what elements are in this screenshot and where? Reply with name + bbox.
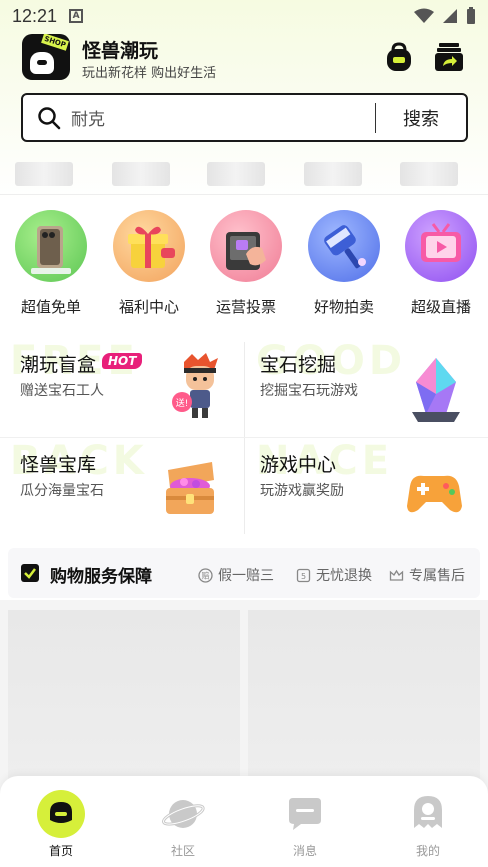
- skeleton-item: [304, 162, 362, 186]
- gem-crystal-icon: [412, 358, 460, 422]
- gamepad-icon: [407, 475, 462, 513]
- feature-title: 游戏中心: [260, 454, 337, 476]
- skeleton-item: [400, 162, 458, 186]
- skeleton-item: [112, 162, 170, 186]
- category-label: 超级直播: [410, 298, 471, 316]
- live-tv-icon: [405, 210, 477, 282]
- category-vote[interactable]: 运营投票: [204, 208, 288, 320]
- tab-profile[interactable]: 我的: [388, 786, 468, 858]
- guarantee-title: 购物服务保障: [50, 567, 152, 587]
- vote-icon: [210, 210, 282, 282]
- svg-text:5: 5: [301, 572, 306, 581]
- svg-text:赔: 赔: [202, 570, 210, 580]
- app-slogan: 玩出新花样 购出好生活: [82, 66, 217, 81]
- shield-check-icon: [21, 564, 39, 582]
- feature-game-center[interactable]: NACE 游戏中心 玩游戏赢奖励: [246, 438, 486, 536]
- message-bubble-icon: [289, 798, 321, 830]
- divider: [0, 194, 488, 195]
- feature-gem-mining[interactable]: GOOD 宝石挖掘 挖掘宝石玩游戏: [246, 338, 486, 436]
- feature-divider: [244, 342, 245, 534]
- home-monster-icon: [37, 790, 85, 838]
- tab-label: 消息: [292, 844, 317, 858]
- guarantee-item: 5 无忧退换: [296, 565, 372, 585]
- tab-messages[interactable]: 消息: [265, 786, 345, 858]
- feature-desc: 挖掘宝石玩游戏: [260, 383, 358, 399]
- service-guarantee-bar[interactable]: 购物服务保障 赔 假一赔三 5 无忧退换 专属售后: [8, 548, 480, 598]
- feature-desc: 瓜分海量宝石: [20, 483, 104, 499]
- logo-tag: SHOP: [41, 34, 69, 51]
- tab-label: 社区: [170, 844, 195, 858]
- guarantee-item-label: 无忧退换: [316, 568, 372, 584]
- guarantee-item-label: 专属售后: [409, 568, 465, 584]
- feature-desc: 赠送宝石工人: [20, 383, 104, 399]
- phone-icon: [15, 210, 87, 282]
- category-label: 超值免单: [20, 298, 81, 316]
- app-logo: SHOP: [22, 34, 70, 80]
- category-live[interactable]: 超级直播: [399, 208, 483, 320]
- compensation-icon: 赔: [198, 567, 213, 583]
- profile-monster-icon: [414, 796, 442, 828]
- category-label: 运营投票: [215, 298, 276, 316]
- feature-title: 潮玩盲盒: [20, 354, 97, 376]
- category-row: 超值免单 福利中心 运营投票 好物拍卖 超级直播: [0, 208, 488, 320]
- category-label: 福利中心: [118, 298, 179, 316]
- category-auction[interactable]: 好物拍卖: [302, 208, 386, 320]
- crown-icon: [389, 569, 404, 581]
- auction-hammer-icon: [308, 210, 380, 282]
- search-icon: [38, 106, 61, 129]
- notification-a-icon: A: [69, 9, 84, 23]
- app-title: 怪兽潮玩: [82, 40, 159, 62]
- share-stack-icon[interactable]: [434, 42, 464, 72]
- skeleton-item: [207, 162, 265, 186]
- return-icon: 5: [296, 568, 311, 582]
- search-button[interactable]: 搜索: [376, 105, 466, 131]
- treasure-chest-icon: [166, 462, 214, 514]
- tab-label: 我的: [415, 844, 440, 858]
- feature-title: 宝石挖掘: [260, 354, 337, 376]
- mascot-icon: [30, 52, 54, 74]
- miner-character-icon: 送!: [172, 353, 218, 418]
- hot-badge: HOT: [102, 353, 143, 369]
- battery-icon: [467, 7, 475, 24]
- feature-blind-box[interactable]: FREE 潮玩盲盒 HOT 赠送宝石工人 送!: [0, 338, 240, 436]
- category-label: 好物拍卖: [313, 298, 374, 316]
- feature-divider: [0, 437, 488, 438]
- planet-icon: [162, 800, 205, 828]
- status-time: 12:21: [12, 5, 58, 26]
- wifi-icon: [414, 8, 434, 23]
- gift-box-icon: [113, 210, 185, 282]
- guarantee-item-label: 假一赔三: [218, 568, 274, 584]
- category-welfare-center[interactable]: 福利中心: [107, 208, 191, 320]
- tab-label: 首页: [48, 844, 73, 858]
- feature-art-label: 送!: [176, 397, 189, 409]
- bottom-tab-bar: 首页 社区 消息 我的: [0, 776, 488, 867]
- feature-title: 怪兽宝库: [20, 454, 97, 476]
- status-bar: 12:21 A: [0, 0, 488, 32]
- search-bar[interactable]: 耐克 搜索: [21, 93, 468, 142]
- app-header: SHOP 怪兽潮玩 玩出新花样 购出好生活: [22, 34, 472, 82]
- tab-community[interactable]: 社区: [143, 786, 223, 858]
- product-feed: [0, 600, 488, 810]
- guarantee-item: 赔 假一赔三: [198, 565, 274, 585]
- feature-monster-vault[interactable]: BACK 怪兽宝库 瓜分海量宝石: [0, 438, 240, 536]
- feature-grid: FREE 潮玩盲盒 HOT 赠送宝石工人 送! GOOD 宝石挖掘 挖掘宝石玩游…: [0, 338, 488, 538]
- skeleton-item: [15, 162, 73, 186]
- tab-home[interactable]: 首页: [21, 786, 101, 858]
- category-free-order[interactable]: 超值免单: [9, 208, 93, 320]
- backpack-icon[interactable]: [384, 42, 414, 72]
- search-input[interactable]: 耐克: [71, 105, 375, 130]
- signal-icon: [443, 9, 457, 23]
- feature-desc: 玩游戏赢奖励: [260, 483, 344, 499]
- loading-tabs-placeholder: [15, 162, 475, 186]
- guarantee-item: 专属售后: [389, 565, 465, 585]
